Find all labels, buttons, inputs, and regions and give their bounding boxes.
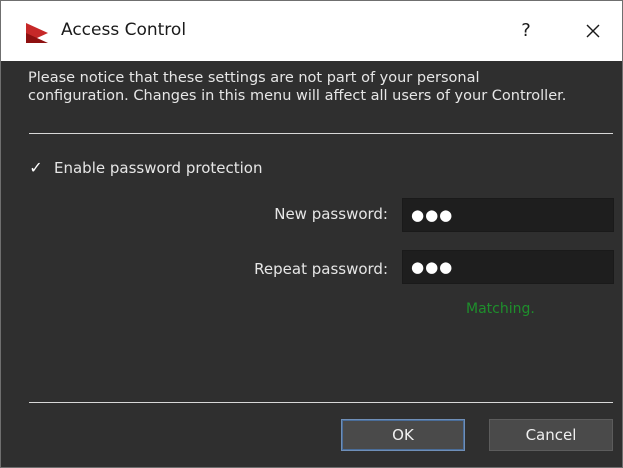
access-control-dialog: Access Control ? Please notice that thes… bbox=[0, 0, 623, 468]
window-title: Access Control bbox=[61, 20, 187, 40]
notice-text: Please notice that these settings are no… bbox=[28, 69, 618, 105]
notice-line-1: Please notice that these settings are no… bbox=[28, 70, 480, 86]
repeat-password-label: Repeat password: bbox=[254, 260, 388, 278]
new-password-label: New password: bbox=[274, 205, 388, 223]
cancel-button[interactable]: Cancel bbox=[489, 419, 613, 451]
repeat-password-field[interactable] bbox=[402, 250, 614, 284]
checkmark-icon: ✓ bbox=[29, 158, 43, 177]
app-logo-icon bbox=[26, 23, 48, 43]
new-password-field[interactable] bbox=[402, 198, 614, 232]
ok-button[interactable]: OK bbox=[341, 419, 465, 451]
enable-password-label: Enable password protection bbox=[54, 159, 263, 177]
title-bar: Access Control ? bbox=[1, 1, 622, 61]
notice-line-2: configuration. Changes in this menu will… bbox=[28, 88, 567, 104]
dialog-content: Please notice that these settings are no… bbox=[1, 61, 622, 467]
top-divider bbox=[29, 133, 613, 134]
close-icon bbox=[586, 24, 600, 38]
bottom-divider bbox=[29, 402, 613, 403]
help-button[interactable]: ? bbox=[511, 15, 541, 47]
enable-password-checkbox[interactable]: ✓ Enable password protection bbox=[28, 156, 262, 180]
password-match-status: Matching. bbox=[466, 301, 535, 317]
close-button[interactable] bbox=[573, 15, 613, 47]
